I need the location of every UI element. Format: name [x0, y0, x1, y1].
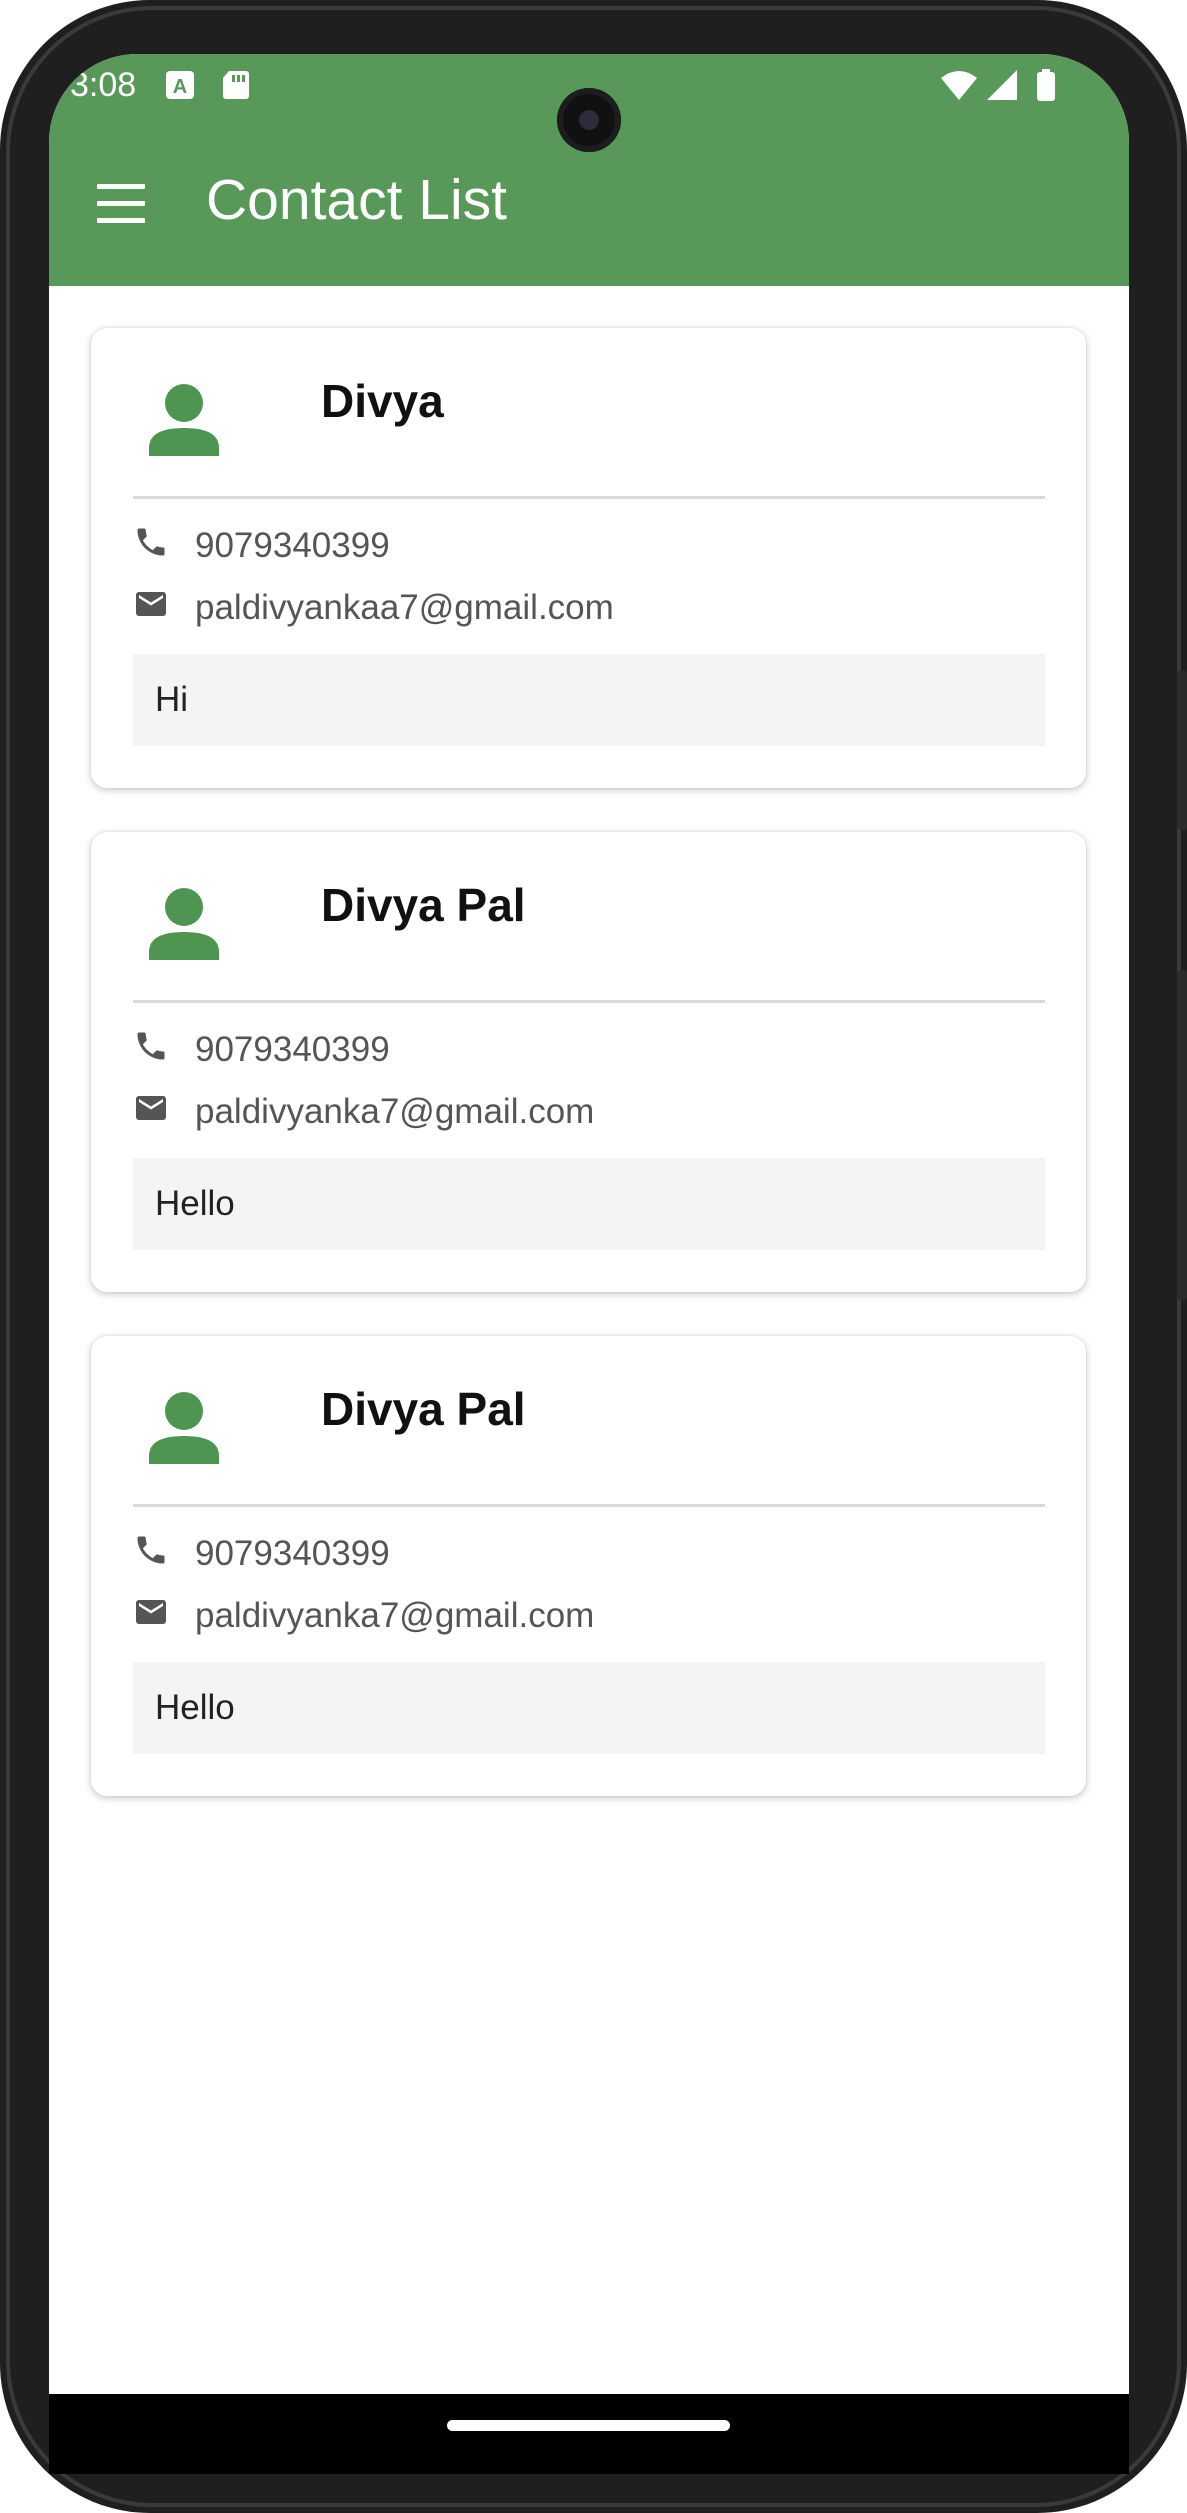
- contact-card[interactable]: Divya 9079340399 paldivyankaa7@gmail.com…: [91, 328, 1086, 788]
- contact-email: paldivyankaa7@gmail.com: [195, 588, 614, 627]
- contact-message: Hello: [133, 1158, 1045, 1250]
- phone-icon: [137, 1032, 165, 1060]
- status-time: 3:08: [70, 66, 137, 104]
- contact-name: Divya Pal: [321, 1383, 526, 1435]
- home-indicator[interactable]: [447, 2420, 730, 2431]
- divider: [133, 496, 1045, 499]
- page-title: Contact List: [206, 168, 507, 232]
- contact-phone: 9079340399: [195, 526, 390, 565]
- camera-lens: [579, 110, 599, 130]
- contact-phone: 9079340399: [195, 1534, 390, 1573]
- signal-icon: [987, 70, 1017, 100]
- person-icon: [149, 888, 219, 960]
- volume-button: [1177, 970, 1187, 1300]
- person-icon: [149, 384, 219, 456]
- battery-icon: [1037, 69, 1055, 101]
- contact-phone: 9079340399: [195, 1030, 390, 1069]
- contact-email: paldivyanka7@gmail.com: [195, 1092, 595, 1131]
- front-camera: [557, 88, 621, 152]
- email-icon: [136, 1600, 166, 1624]
- phone-icon: [137, 1536, 165, 1564]
- contact-email: paldivyanka7@gmail.com: [195, 1596, 595, 1635]
- person-icon: [149, 1392, 219, 1464]
- svg-text:A: A: [173, 76, 187, 98]
- divider: [133, 1000, 1045, 1003]
- contact-card[interactable]: Divya Pal 9079340399 paldivyanka7@gmail.…: [91, 832, 1086, 1292]
- contact-card[interactable]: Divya Pal 9079340399 paldivyanka7@gmail.…: [91, 1336, 1086, 1796]
- email-icon: [136, 592, 166, 616]
- contact-message: Hi: [133, 654, 1045, 746]
- phone-icon: [137, 528, 165, 556]
- screen: 3:08 A Contact List Divya 9079340399 pal…: [49, 54, 1129, 2394]
- contact-name: Divya Pal: [321, 879, 526, 931]
- navigation-bar: [49, 2394, 1129, 2474]
- divider: [133, 1504, 1045, 1507]
- power-button: [1177, 670, 1187, 830]
- menu-button[interactable]: [89, 176, 155, 232]
- sd-card-icon: [223, 71, 249, 99]
- phone-frame: 3:08 A Contact List Divya 9079340399 pal…: [0, 0, 1187, 2513]
- wifi-icon: [941, 71, 977, 100]
- contact-message: Hello: [133, 1662, 1045, 1754]
- contact-name: Divya: [321, 375, 444, 427]
- email-icon: [136, 1096, 166, 1120]
- app-bar: 3:08 A Contact List: [49, 54, 1129, 286]
- keyboard-a-icon: A: [166, 71, 194, 99]
